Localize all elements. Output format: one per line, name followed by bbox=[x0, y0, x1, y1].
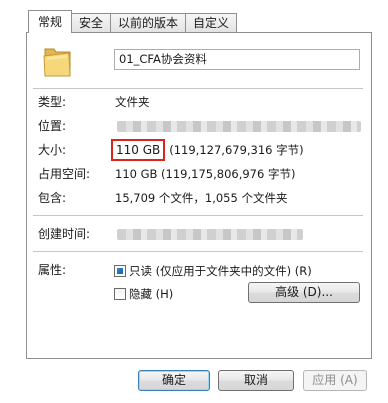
folder-icon bbox=[43, 48, 71, 77]
contains-value: 15,709 个文件，1,055 个文件夹 bbox=[115, 191, 288, 205]
separator bbox=[33, 215, 363, 216]
contains-label: 包含: bbox=[38, 191, 67, 205]
created-label: 创建时间: bbox=[38, 227, 91, 241]
size-highlight-box: 110 GB bbox=[111, 139, 166, 161]
cancel-button[interactable]: 取消 bbox=[218, 370, 294, 391]
readonly-checkbox-row[interactable]: 只读 (仅应用于文件夹中的文件) (R) bbox=[114, 263, 312, 279]
attributes-label: 属性: bbox=[38, 263, 67, 277]
hidden-checkbox-row[interactable]: 隐藏 (H) bbox=[114, 286, 173, 302]
location-row: 位置: bbox=[27, 118, 373, 134]
tab-security[interactable]: 安全 bbox=[71, 13, 112, 33]
separator bbox=[33, 251, 363, 252]
size-value: 110 GB bbox=[116, 143, 161, 157]
ok-button[interactable]: 确定 bbox=[138, 370, 210, 391]
created-row: 创建时间: bbox=[27, 226, 373, 242]
created-value-redacted bbox=[117, 229, 303, 240]
size-label: 大小: bbox=[38, 143, 67, 157]
tab-strip: 常规 安全 以前的版本 自定义 bbox=[28, 10, 238, 33]
readonly-checkbox[interactable] bbox=[114, 265, 126, 277]
hidden-checkbox[interactable] bbox=[114, 288, 126, 300]
tab-customize[interactable]: 自定义 bbox=[185, 13, 238, 33]
disk-size-label: 占用空间: bbox=[38, 167, 91, 181]
tab-previous-versions[interactable]: 以前的版本 bbox=[110, 13, 187, 33]
type-label: 类型: bbox=[38, 95, 67, 109]
disk-size-value: 110 GB (119,175,806,976 字节) bbox=[115, 167, 296, 181]
general-tab-panel: 01_CFA协会资料 类型: 文件夹 位置: 大小: 110 GB (119,12… bbox=[26, 32, 372, 359]
folder-name-input[interactable]: 01_CFA协会资料 bbox=[114, 49, 360, 70]
type-value: 文件夹 bbox=[115, 95, 150, 109]
size-bytes: (119,127,679,316 字节) bbox=[169, 143, 304, 157]
hidden-label: 隐藏 (H) bbox=[129, 287, 174, 301]
separator bbox=[33, 88, 363, 89]
readonly-label: 只读 (仅应用于文件夹中的文件) (R) bbox=[129, 264, 312, 278]
location-value-redacted bbox=[117, 121, 361, 132]
location-label: 位置: bbox=[38, 119, 67, 133]
size-row: 大小: 110 GB (119,127,679,316 字节) bbox=[27, 139, 373, 161]
apply-button[interactable]: 应用 (A) bbox=[303, 370, 367, 391]
advanced-button[interactable]: 高级 (D)... bbox=[248, 282, 360, 303]
tab-general[interactable]: 常规 bbox=[28, 10, 73, 33]
